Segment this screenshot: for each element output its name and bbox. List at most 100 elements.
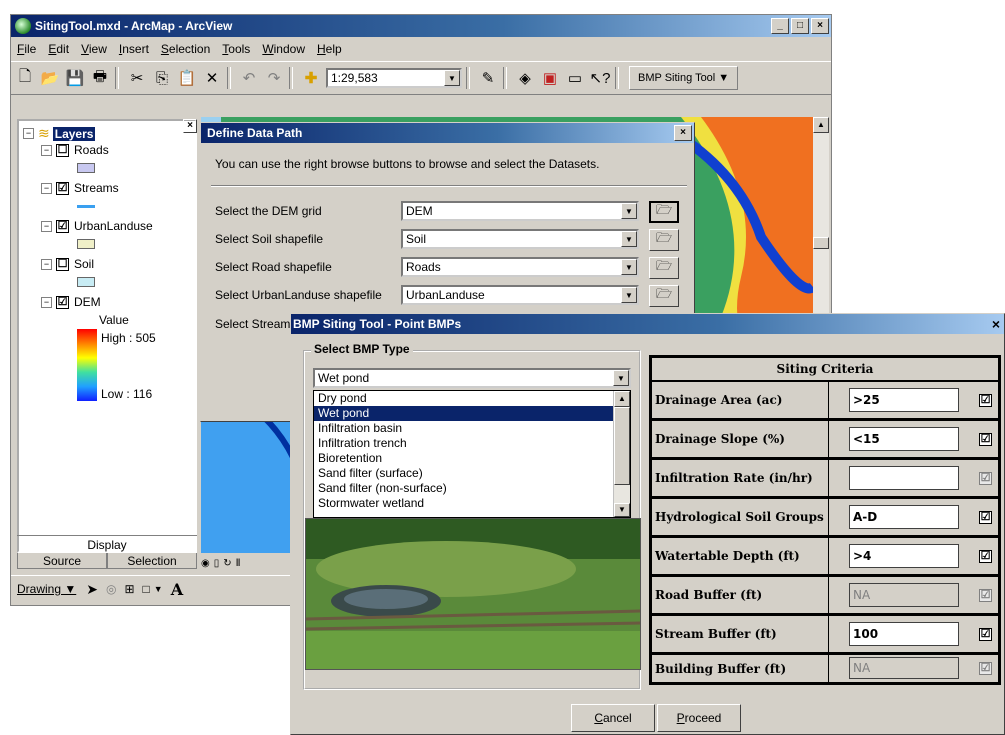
chevron-down-icon[interactable]: ▼ [621, 259, 637, 275]
bmp-option-sand-filter-non-surface[interactable]: Sand filter (non-surface) [314, 481, 630, 496]
toc-layers-root[interactable]: − ≋ Layers [23, 125, 96, 142]
close-button[interactable]: × [811, 18, 829, 34]
bmp-option-wet-pond[interactable]: Wet pond [314, 406, 630, 421]
soil-shapefile-select[interactable]: Soil ▼ [401, 229, 639, 249]
toc-close-icon[interactable]: × [183, 119, 197, 133]
chevron-down-icon[interactable]: ▼ [621, 287, 637, 303]
browse-road-button[interactable]: 🗁 [649, 257, 679, 279]
menu-tools[interactable]: Tools [216, 42, 256, 56]
bmp-type-select[interactable]: Wet pond ▼ [313, 368, 631, 388]
bmp-dialog-titlebar[interactable]: BMP Siting Tool - Point BMPs × [291, 314, 1004, 334]
chevron-down-icon[interactable]: ▼ [444, 70, 460, 86]
browse-urbanlanduse-button[interactable]: 🗁 [649, 285, 679, 307]
cut-icon[interactable]: ✂ [126, 67, 148, 89]
minimize-button[interactable]: _ [771, 18, 789, 34]
layer-symbol-line[interactable] [77, 205, 95, 208]
zoom-whole-page-icon[interactable]: ⊞ [124, 582, 134, 596]
layer-visibility-checkbox[interactable]: ☑ [56, 295, 69, 309]
cancel-button[interactable]: Cancel [571, 704, 655, 732]
scroll-thumb[interactable] [614, 407, 630, 485]
stream-buffer-input[interactable]: 100 [849, 622, 959, 646]
dropdown-scrollbar[interactable]: ▲ ▼ [613, 391, 630, 517]
text-tool-icon[interactable]: A [171, 580, 183, 599]
drainage-slope-input[interactable]: <15 [849, 427, 959, 451]
refresh-icon[interactable]: ↻ [223, 558, 231, 569]
building-buffer-checkbox[interactable]: ☑ [979, 662, 992, 675]
infiltration-rate-input[interactable] [849, 466, 959, 490]
menu-view[interactable]: View [75, 42, 113, 56]
layer-visibility-checkbox[interactable]: ☐ [56, 143, 69, 157]
define-data-path-close-button[interactable]: × [674, 125, 692, 141]
select-elements-icon[interactable]: ➤ [86, 581, 98, 598]
stream-buffer-checkbox[interactable]: ☑ [979, 628, 992, 641]
urbanlanduse-shapefile-select[interactable]: UrbanLanduse ▼ [401, 285, 639, 305]
new-document-icon[interactable]: 🗋 [14, 67, 36, 89]
add-data-icon[interactable]: ✚ [300, 67, 322, 89]
layout-view-icon[interactable]: ▯ [214, 558, 220, 569]
scroll-up-icon[interactable]: ▲ [614, 391, 630, 407]
browse-soil-button[interactable]: 🗁 [649, 229, 679, 251]
paste-icon[interactable]: 📋 [176, 67, 198, 89]
collapse-icon[interactable]: − [41, 220, 52, 232]
maximize-button[interactable]: □ [791, 18, 809, 34]
save-icon[interactable]: 💾 [64, 67, 86, 89]
scroll-thumb[interactable] [813, 237, 829, 249]
drainage-area-input[interactable]: >25 [849, 388, 959, 412]
redo-icon[interactable]: ↷ [263, 67, 285, 89]
define-data-path-titlebar[interactable]: Define Data Path × [201, 123, 694, 143]
menu-insert[interactable]: Insert [113, 42, 155, 56]
drainage-slope-checkbox[interactable]: ☑ [979, 433, 992, 446]
data-view-icon[interactable]: ◉ [201, 558, 210, 569]
toc-layer-dem[interactable]: − ☑ DEM [41, 295, 101, 309]
layer-visibility-checkbox[interactable]: ☑ [56, 181, 69, 195]
bmp-option-infiltration-trench[interactable]: Infiltration trench [314, 436, 630, 451]
bmp-option-infiltration-basin[interactable]: Infiltration basin [314, 421, 630, 436]
arcmap-titlebar[interactable]: SitingTool.mxd - ArcMap - ArcView _ □ × [11, 15, 831, 37]
arccatalog-icon[interactable]: ◈ [514, 67, 536, 89]
watertable-depth-checkbox[interactable]: ☑ [979, 550, 992, 563]
road-shapefile-select[interactable]: Roads ▼ [401, 257, 639, 277]
editor-icon[interactable]: ✎ [477, 67, 499, 89]
browse-dem-button[interactable]: 🗁 [649, 201, 679, 223]
layer-visibility-checkbox[interactable]: ☐ [56, 257, 69, 271]
toc-layer-urbanlanduse[interactable]: − ☑ UrbanLanduse [41, 219, 153, 233]
scroll-down-icon[interactable]: ▼ [614, 503, 630, 517]
scroll-up-icon[interactable]: ▲ [813, 117, 829, 133]
open-folder-icon[interactable]: 📂 [39, 67, 61, 89]
chevron-down-icon[interactable]: ▼ [154, 584, 163, 594]
print-icon[interactable]: 🖶 [89, 67, 111, 89]
dem-color-ramp[interactable] [77, 329, 97, 401]
bmp-option-bioretention[interactable]: Bioretention [314, 451, 630, 466]
road-buffer-input[interactable]: NA [849, 583, 959, 607]
layer-visibility-checkbox[interactable]: ☑ [56, 219, 69, 233]
chevron-down-icon[interactable]: ▼ [621, 231, 637, 247]
building-buffer-input[interactable]: NA [849, 657, 959, 679]
collapse-icon[interactable]: − [23, 128, 34, 139]
watertable-depth-input[interactable]: >4 [849, 544, 959, 568]
proceed-button[interactable]: Proceed [657, 704, 741, 732]
bmp-option-stormwater-wetland[interactable]: Stormwater wetland [314, 496, 630, 511]
toc-layer-streams[interactable]: − ☑ Streams [41, 181, 119, 195]
infiltration-rate-checkbox[interactable]: ☑ [979, 472, 992, 485]
rectangle-icon[interactable]: □ [143, 582, 150, 596]
collapse-icon[interactable]: − [41, 144, 52, 156]
layer-symbol-swatch[interactable] [77, 163, 95, 173]
bmp-dialog-close-icon[interactable]: × [992, 316, 1000, 332]
copy-icon[interactable]: ⎘ [151, 67, 173, 89]
soil-groups-checkbox[interactable]: ☑ [979, 511, 992, 524]
menu-help[interactable]: Help [311, 42, 348, 56]
layer-symbol-swatch[interactable] [77, 239, 95, 249]
pause-icon[interactable]: Ⅱ [236, 558, 241, 569]
menu-file[interactable]: File [11, 42, 42, 56]
collapse-icon[interactable]: − [41, 258, 52, 270]
drainage-area-checkbox[interactable]: ☑ [979, 394, 992, 407]
toc-source-tab[interactable]: Source [17, 553, 107, 569]
map-scale-combo[interactable]: 1:29,583 ▼ [326, 68, 462, 88]
bmp-siting-tool-menu[interactable]: BMP Siting Tool ▼ [629, 66, 739, 90]
menu-edit[interactable]: Edit [42, 42, 75, 56]
arctoolbox-icon[interactable]: ▣ [539, 67, 561, 89]
bmp-option-dry-pond[interactable]: Dry pond [314, 391, 630, 406]
toc-layer-roads[interactable]: − ☐ Roads [41, 143, 109, 157]
whats-this-help-icon[interactable]: ↖? [589, 67, 611, 89]
chevron-down-icon[interactable]: ▼ [613, 370, 629, 386]
